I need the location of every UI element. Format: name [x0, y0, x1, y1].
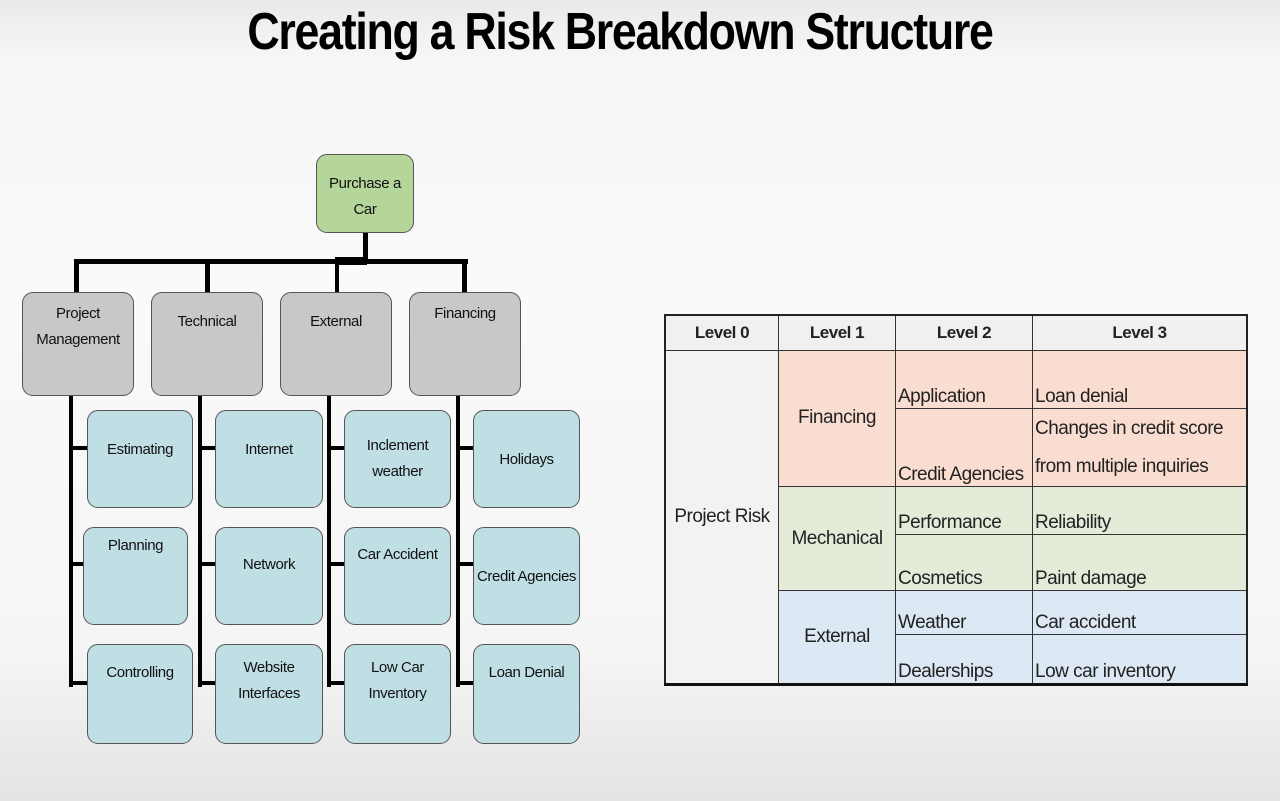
root-label: Purchase a Car [329, 175, 401, 218]
leaf-label: Network [242, 556, 296, 573]
category-label: External [310, 313, 362, 330]
category-label: Technical [177, 313, 237, 330]
connector-line [456, 446, 474, 450]
level2-cell: Credit Agencies [895, 408, 1033, 487]
risk-breakdown-table: Level 0 Level 1 Level 2 Level 3 Project … [664, 314, 1248, 686]
connector-line [198, 681, 216, 685]
leaf-label: Controlling [106, 664, 174, 681]
connector-line [69, 395, 73, 687]
connector-line [456, 562, 474, 566]
level1-cell: External [778, 590, 896, 685]
connector-line [327, 395, 331, 687]
leaf-node-inclement-weather: Inclement weather [344, 410, 451, 508]
leaf-label: Interfaces [238, 685, 300, 702]
header-level-0: Level 0 [664, 314, 779, 351]
level3-cell: Low car inventory [1032, 634, 1248, 685]
root-node: Purchase a Car [316, 154, 414, 233]
category-node-technical: Technical [151, 292, 263, 396]
level0-cell: Project Risk [664, 350, 779, 685]
leaf-label: Estimating [106, 441, 174, 458]
category-node-external: External [280, 292, 392, 396]
connector-line [198, 562, 216, 566]
connector-line [462, 259, 467, 293]
category-label: Management [36, 331, 120, 348]
level3-cell: Loan denial [1032, 350, 1248, 409]
leaf-node-credit-agencies: Credit Agencies [473, 527, 580, 625]
leaf-label: Loan Denial [488, 664, 565, 681]
level3-cell: Changes in credit score from multiple in… [1032, 408, 1248, 487]
level2-cell: Application [895, 350, 1033, 409]
level3-cell: Reliability [1032, 486, 1248, 535]
header-level-1: Level 1 [778, 314, 896, 351]
connector-line [198, 446, 216, 450]
category-node-project-management: Project Management [22, 292, 134, 396]
level2-cell: Weather [895, 590, 1033, 635]
level1-cell: Financing [778, 350, 896, 487]
category-label: Financing [434, 305, 496, 322]
connector-line [456, 681, 474, 685]
connector-line [327, 681, 345, 685]
leaf-node-website-interfaces: Website Interfaces [215, 644, 323, 744]
leaf-label: Car Accident [357, 546, 438, 563]
connector-line [198, 395, 202, 687]
header-level-2: Level 2 [895, 314, 1033, 351]
connector-line [69, 446, 89, 450]
leaf-node-car-accident: Car Accident [344, 527, 451, 625]
level2-cell: Dealerships [895, 634, 1033, 685]
connector-line [205, 259, 210, 293]
leaf-label: Planning [107, 537, 164, 554]
connector-line [74, 259, 79, 293]
connector-line [335, 257, 367, 265]
leaf-node-internet: Internet [215, 410, 323, 508]
level2-cell: Cosmetics [895, 534, 1033, 591]
table-row: Project Risk Financing Application Loan … [664, 350, 1248, 685]
leaf-node-estimating: Estimating [87, 410, 193, 508]
connector-line [74, 259, 468, 264]
header-level-3: Level 3 [1032, 314, 1248, 351]
level2-cell: Performance [895, 486, 1033, 535]
leaf-label: Holidays [499, 451, 554, 468]
level3-cell: Paint damage [1032, 534, 1248, 591]
connector-line [335, 259, 339, 293]
level1-cell: Mechanical [778, 486, 896, 591]
leaf-node-low-car-inventory: Low Car Inventory [344, 644, 451, 744]
leaf-label: Inventory [368, 685, 427, 702]
leaf-label: Inclement [366, 437, 429, 454]
connector-line [69, 681, 89, 685]
connector-line [456, 395, 460, 687]
table-header-row: Level 0 Level 1 Level 2 Level 3 [664, 314, 1248, 351]
leaf-label: weather [372, 463, 423, 480]
leaf-node-holidays: Holidays [473, 410, 580, 508]
category-label: Project [56, 305, 100, 322]
leaf-label: Website [243, 659, 295, 676]
leaf-label: Internet [245, 441, 293, 458]
connector-line [327, 562, 345, 566]
category-node-financing: Financing [409, 292, 521, 396]
leaf-node-controlling: Controlling [87, 644, 193, 744]
leaf-node-network: Network [215, 527, 323, 625]
leaf-node-planning: Planning [83, 527, 188, 625]
page-title: Creating a Risk Breakdown Structure [247, 3, 993, 61]
connector-line [327, 446, 345, 450]
leaf-label: Credit Agencies [476, 568, 577, 585]
level3-cell: Car accident [1032, 590, 1248, 635]
leaf-label: Low Car [370, 659, 425, 676]
leaf-node-loan-denial: Loan Denial [473, 644, 580, 744]
